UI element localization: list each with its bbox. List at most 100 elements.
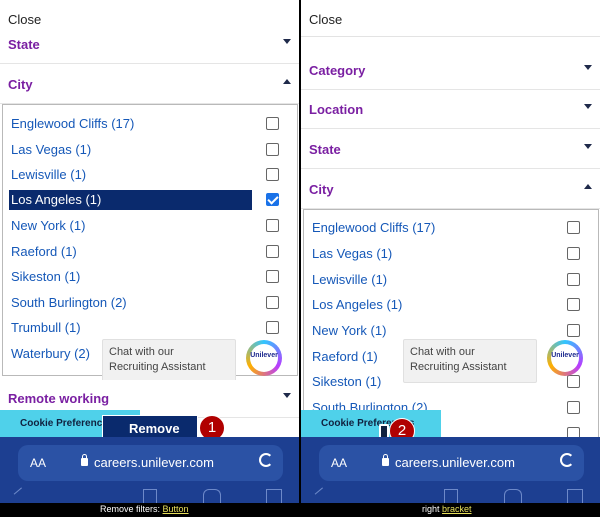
filter-city-label: City (8, 77, 33, 92)
city-checkbox[interactable] (266, 296, 279, 309)
reader-aa-button[interactable]: AA (30, 456, 46, 470)
city-list: Englewood Cliffs (17) Las Vegas (1) Lewi… (2, 104, 298, 376)
filter-location-label: Location (309, 102, 364, 117)
filter-city[interactable]: City (301, 171, 600, 209)
city-checkbox[interactable] (567, 273, 580, 286)
close-button[interactable]: Close (309, 12, 342, 27)
tabs-icon[interactable] (567, 489, 583, 503)
chat-prompt[interactable]: Chat with our Recruiting Assistant (403, 339, 537, 383)
browser-toolbar: AA careers.unilever.com (0, 437, 299, 503)
city-option[interactable]: Englewood Cliffs (17) (9, 114, 291, 134)
city-label: Waterbury (2) (11, 346, 90, 361)
chat-prompt-line1: Chat with our (109, 346, 174, 358)
tabs-icon[interactable] (266, 489, 282, 503)
right-caption-prefix: right (422, 504, 440, 514)
filter-state[interactable]: State (0, 26, 299, 64)
filter-city-label: City (309, 182, 334, 197)
reload-icon[interactable] (560, 453, 574, 467)
city-label: Los Angeles (1) (11, 192, 102, 207)
close-button[interactable]: Close (8, 12, 41, 27)
city-label: Lewisville (1) (312, 272, 388, 287)
city-option[interactable]: Trumbull (1) (9, 318, 291, 338)
city-option[interactable]: Las Vegas (1) (310, 244, 592, 264)
filter-city[interactable]: City (0, 66, 299, 104)
city-label: South Burlington (2) (11, 295, 127, 310)
cookie-preferences-button[interactable]: Cookie Preferences (301, 410, 441, 438)
city-option[interactable]: Lewisville (1) (310, 270, 592, 290)
city-option-selected[interactable]: Los Angeles (1) (9, 190, 291, 210)
filter-state-label: State (8, 37, 40, 52)
city-label: New York (1) (11, 218, 86, 233)
city-option[interactable]: Sikeston (1) (9, 267, 291, 287)
chat-prompt[interactable]: Chat with our Recruiting Assistant (102, 339, 236, 383)
unilever-logo-icon: Unilever (250, 352, 278, 359)
city-option[interactable]: Los Angeles (1) (310, 295, 592, 315)
left-caption: Remove filters: Button (100, 504, 189, 514)
city-label: Las Vegas (1) (11, 142, 92, 157)
city-label: Los Angeles (1) (312, 297, 403, 312)
lock-icon (382, 454, 389, 466)
city-label: Trumbull (1) (11, 320, 81, 335)
city-option[interactable]: Lewisville (1) (9, 165, 291, 185)
filter-location[interactable]: Location (301, 91, 600, 129)
chat-assistant-button[interactable]: Unilever (246, 340, 282, 376)
browser-nav-icons (0, 487, 299, 503)
address-bar[interactable]: AA careers.unilever.com (319, 445, 584, 481)
filter-state[interactable]: State (301, 131, 600, 169)
chevron-up-icon (283, 79, 291, 84)
city-checkbox[interactable] (266, 321, 279, 334)
city-checkbox[interactable] (567, 247, 580, 260)
unilever-logo-icon: Unilever (551, 352, 579, 359)
city-checkbox-checked[interactable] (266, 193, 279, 206)
city-checkbox[interactable] (266, 143, 279, 156)
chat-prompt-line2: Recruiting Assistant (410, 361, 507, 373)
url-text: careers.unilever.com (395, 455, 515, 470)
city-checkbox[interactable] (266, 270, 279, 283)
chevron-down-icon (584, 144, 592, 149)
url-text: careers.unilever.com (94, 455, 214, 470)
chat-assistant-button[interactable]: Unilever (547, 340, 583, 376)
lock-icon (81, 454, 88, 466)
bookmarks-icon[interactable] (203, 489, 221, 503)
city-option[interactable]: New York (1) (9, 216, 291, 236)
reload-icon[interactable] (259, 453, 273, 467)
city-label: Las Vegas (1) (312, 246, 393, 261)
address-bar[interactable]: AA careers.unilever.com (18, 445, 283, 481)
share-icon[interactable] (143, 489, 157, 503)
city-option[interactable]: Raeford (1) (9, 242, 291, 262)
city-label: Englewood Cliffs (17) (312, 220, 436, 235)
city-checkbox[interactable] (567, 298, 580, 311)
right-caption: right bracket (422, 504, 472, 514)
city-checkbox[interactable] (567, 221, 580, 234)
bookmarks-icon[interactable] (504, 489, 522, 503)
chevron-up-icon (584, 184, 592, 189)
chevron-down-icon (584, 104, 592, 109)
city-label: Sikeston (1) (11, 269, 81, 284)
chevron-down-icon (283, 393, 291, 398)
city-label: Englewood Cliffs (17) (11, 116, 135, 131)
share-icon[interactable] (444, 489, 458, 503)
city-option[interactable]: South Burlington (2) (9, 293, 291, 313)
city-option[interactable]: New York (1) (310, 321, 592, 341)
chat-prompt-line1: Chat with our (410, 346, 475, 358)
left-caption-prefix: Remove filters: (100, 504, 161, 514)
reader-aa-button[interactable]: AA (331, 456, 347, 470)
city-checkbox[interactable] (266, 117, 279, 130)
caption-bar: Remove filters: Button right bracket (0, 503, 600, 517)
city-checkbox[interactable] (567, 375, 580, 388)
city-checkbox[interactable] (567, 401, 580, 414)
filter-category[interactable]: Category (301, 52, 600, 90)
back-icon[interactable] (13, 487, 31, 503)
right-screen: Close Category Location State City Engle… (301, 0, 600, 503)
city-option[interactable]: Englewood Cliffs (17) (310, 218, 592, 238)
city-checkbox[interactable] (266, 219, 279, 232)
city-label: New York (1) (312, 323, 387, 338)
city-checkbox[interactable] (567, 324, 580, 337)
city-checkbox[interactable] (266, 245, 279, 258)
city-option[interactable]: Las Vegas (1) (9, 140, 291, 160)
back-icon[interactable] (314, 487, 332, 503)
city-checkbox[interactable] (266, 168, 279, 181)
city-label: Raeford (1) (11, 244, 77, 259)
chevron-down-icon (283, 39, 291, 44)
browser-toolbar: AA careers.unilever.com (301, 437, 600, 503)
